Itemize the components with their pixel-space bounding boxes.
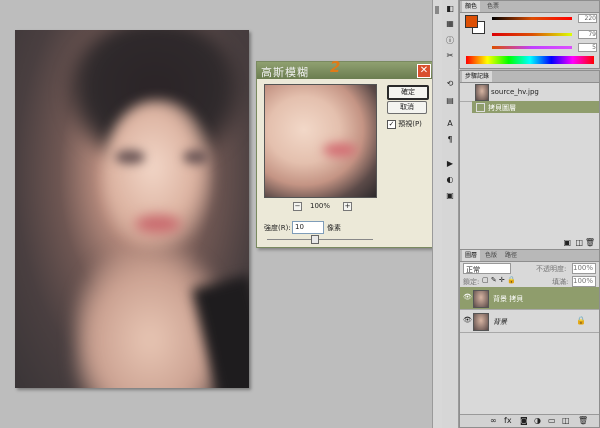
color-panel: 顏色 色票 220 79 5 — [459, 0, 600, 69]
tab-history[interactable]: 步驟記錄 — [462, 71, 493, 82]
paragraph-icon[interactable]: ¶ — [444, 134, 456, 145]
layers-panel-tabs: 圖層 色版 路徑 — [460, 250, 599, 262]
document-canvas[interactable] — [15, 30, 249, 388]
snapshot-thumbnail — [475, 84, 489, 101]
history-panel-tabs: 步驟記錄 — [460, 71, 599, 83]
green-value[interactable]: 79 — [578, 30, 597, 39]
mask-icon[interactable]: ◙ — [520, 416, 528, 425]
new-layer-icon[interactable]: ◫ — [562, 416, 570, 425]
blend-mode-value: 正常 — [466, 266, 480, 274]
blue-value[interactable]: 5 — [578, 43, 597, 52]
zoom-level: 100% — [310, 202, 331, 210]
zoom-in-icon[interactable]: + — [343, 202, 352, 211]
eye-icon[interactable]: 👁 — [463, 294, 472, 301]
swatches-icon[interactable]: ▦ — [444, 18, 456, 29]
fill-label: 填滿: — [552, 278, 569, 286]
tools-icon[interactable]: ✂ — [444, 50, 456, 61]
preview-label: 預視(P) — [398, 120, 422, 128]
color-spectrum-bar[interactable] — [466, 56, 594, 64]
tab-layers[interactable]: 圖層 — [462, 250, 481, 261]
ok-button[interactable]: 確定 — [387, 85, 429, 100]
photo-lips-region — [135, 215, 181, 233]
styles-icon[interactable]: ◐ — [444, 174, 456, 185]
lock-label: 鎖定: — [463, 278, 480, 286]
lock-icon: 🔒 — [576, 316, 586, 325]
annotation-2: 2 — [330, 58, 341, 76]
close-icon[interactable]: ✕ — [417, 64, 431, 78]
photo-eye-left — [115, 150, 145, 164]
green-slider[interactable] — [492, 33, 572, 36]
tab-paths[interactable]: 路徑 — [502, 250, 520, 261]
cancel-button[interactable]: 取消 — [387, 101, 427, 114]
layer-thumbnail — [473, 290, 489, 308]
unit-label: 像素 — [327, 224, 341, 232]
preview-lips — [323, 143, 357, 157]
tab-channels[interactable]: 色版 — [482, 250, 500, 261]
preview-checkbox[interactable]: ✓ — [387, 119, 396, 129]
character-icon[interactable]: A — [444, 118, 456, 129]
color-panel-tabs: 顏色 色票 — [460, 1, 599, 13]
fx-icon[interactable]: fx — [504, 416, 512, 425]
dialog-title: 高斯模糊 — [261, 66, 309, 79]
history-icon[interactable]: ⟲ — [444, 78, 456, 89]
layer-thumbnail — [473, 313, 489, 331]
fill-input[interactable]: 100% — [572, 276, 596, 287]
opacity-label: 不透明度: — [536, 265, 567, 273]
gaussian-blur-dialog: 高斯模糊 ✕ 確定 取消 ✓ 預視(P) − 100% + 強度(R): 10 … — [256, 61, 434, 248]
history-snapshot-row[interactable]: source_hv.jpg — [460, 83, 599, 102]
tab-color[interactable]: 顏色 — [462, 1, 481, 12]
info-icon[interactable]: ⓘ — [444, 35, 456, 46]
radius-slider-thumb[interactable] — [311, 235, 319, 244]
zoom-out-icon[interactable]: − — [293, 202, 302, 211]
actions-icon[interactable]: ▤ — [444, 95, 456, 106]
navigator-icon[interactable]: ▣ — [444, 190, 456, 201]
dialog-titlebar[interactable]: 高斯模糊 ✕ — [257, 62, 433, 79]
tab-swatches[interactable]: 色票 — [484, 1, 502, 12]
preview-toggle[interactable]: ✓ 預視(P) — [387, 119, 422, 129]
lock-icon[interactable]: ▢ ✎ ✛ 🔒 — [482, 276, 516, 284]
history-panel: 步驟記錄 source_hv.jpg 拷貝圖層 ▣ ◫ 🗑 — [459, 70, 600, 250]
photo-eye-right — [183, 150, 209, 164]
history-step-row[interactable]: 拷貝圖層 — [472, 101, 599, 113]
snapshot-icon[interactable]: ▣ — [563, 238, 571, 247]
red-value[interactable]: 220 — [578, 14, 597, 23]
layer-row-background-copy[interactable]: 👁 背景 拷貝 — [460, 287, 599, 310]
link-icon[interactable]: ∞ — [490, 416, 497, 425]
layer-name: 背景 拷貝 — [493, 295, 524, 303]
radius-input[interactable]: 10 — [292, 221, 324, 234]
layer-name: 背景 — [493, 318, 507, 326]
foreground-color-swatch[interactable] — [465, 15, 478, 28]
blur-preview[interactable] — [264, 84, 377, 198]
folder-icon[interactable]: ▭ — [548, 416, 556, 425]
layers-panel: 圖層 色版 路徑 正常 不透明度: 100% 鎖定: ▢ ✎ ✛ 🔒 填滿: 1… — [459, 249, 600, 428]
radius-slider-track[interactable] — [267, 239, 373, 240]
blue-slider[interactable] — [492, 46, 572, 49]
red-slider[interactable] — [492, 17, 572, 20]
radius-label: 強度(R): — [264, 224, 291, 232]
dock-grip-icon — [435, 6, 439, 14]
snapshot-label: source_hv.jpg — [491, 88, 539, 96]
eye-icon[interactable]: 👁 — [463, 317, 472, 324]
blend-mode-select[interactable]: 正常 — [463, 263, 511, 274]
new-document-icon[interactable]: ◫ — [575, 238, 583, 247]
layer-row-background[interactable]: 👁 背景 🔒 — [460, 310, 599, 333]
layers-footer: ∞ fx ◙ ◑ ▭ ◫ 🗑 — [460, 414, 599, 427]
adjustment-icon[interactable]: ◑ — [534, 416, 541, 425]
brushes-icon[interactable]: ▶ — [444, 158, 456, 169]
color-panel-icon[interactable]: ◧ — [444, 3, 456, 14]
opacity-input[interactable]: 100% — [572, 263, 596, 274]
history-step-label: 拷貝圖層 — [488, 104, 516, 112]
panel-icon-strip: ◧ ▦ ⓘ ✂ ⟲ ▤ A ¶ ▶ ◐ ▣ — [442, 0, 459, 428]
trash-icon[interactable]: 🗑 — [585, 238, 595, 247]
trash-icon[interactable]: 🗑 — [578, 416, 588, 425]
history-step-icon — [476, 103, 485, 112]
